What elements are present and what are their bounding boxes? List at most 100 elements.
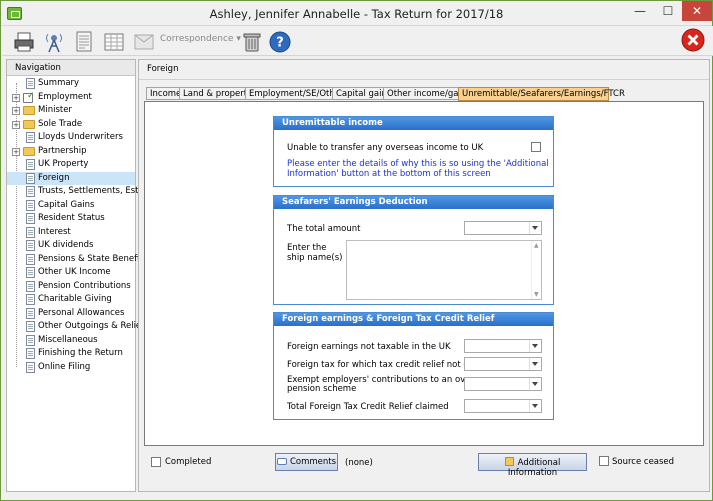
exempt-contrib-combo[interactable] bbox=[464, 377, 542, 391]
source-ceased-checkbox[interactable] bbox=[599, 456, 609, 466]
chevron-down-icon bbox=[529, 400, 541, 412]
sidebar-item-label: Foreign bbox=[38, 172, 70, 183]
sidebar-item-label: Other Outgoings & Relie... bbox=[38, 321, 150, 331]
seafarers-section: Seafarers' Earnings Deduction The total … bbox=[273, 195, 554, 305]
sidebar-item-label: Minister bbox=[38, 105, 72, 115]
tab-employment-se-other[interactable]: Employment/SE/Other bbox=[245, 87, 344, 100]
maximize-button[interactable]: ☐ bbox=[654, 1, 682, 21]
sidebar-item-employment[interactable]: + Employment bbox=[7, 91, 135, 105]
sidebar-item-label: Miscellaneous bbox=[38, 334, 98, 345]
document-icon bbox=[26, 321, 35, 332]
sidebar-item-foreign[interactable]: Foreign bbox=[7, 171, 135, 185]
textarea-scrollbar[interactable]: ▲ ▼ bbox=[531, 241, 541, 299]
comments-button[interactable]: Comments bbox=[275, 453, 338, 471]
document-icon bbox=[26, 348, 35, 359]
not-claimed-combo[interactable] bbox=[464, 357, 542, 371]
delete-button[interactable] bbox=[238, 28, 266, 54]
tab-capital-gains[interactable]: Capital gains bbox=[332, 87, 391, 100]
tab-unremittable-seafarers[interactable]: Unremittable/Seafarers/Earnings/FTCR bbox=[458, 87, 625, 101]
forms-button[interactable] bbox=[70, 28, 98, 54]
ftcr-title: Foreign earnings & Foreign Tax Credit Re… bbox=[274, 313, 553, 326]
correspondence-icon bbox=[134, 34, 154, 50]
help-icon: ? bbox=[269, 31, 291, 53]
not-taxable-combo[interactable] bbox=[464, 339, 542, 353]
help-button[interactable]: ? bbox=[266, 28, 294, 54]
seafarers-title: Seafarers' Earnings Deduction bbox=[274, 196, 553, 209]
main-panel: Foreign Income Land & property Employmen… bbox=[138, 59, 710, 492]
tab-land-property[interactable]: Land & property bbox=[179, 87, 252, 100]
correspondence-menu[interactable]: Correspondence ▾ bbox=[160, 34, 241, 44]
sidebar-item-label: Partnership bbox=[38, 145, 87, 156]
completed-checkbox[interactable] bbox=[151, 457, 161, 467]
tab-income[interactable]: Income bbox=[146, 87, 181, 100]
chevron-down-icon bbox=[529, 358, 541, 370]
total-amount-combo[interactable] bbox=[464, 221, 542, 235]
sidebar-item-label: Charitable Giving bbox=[38, 294, 112, 304]
sidebar-item-personal-allowances[interactable]: Personal Allowances bbox=[7, 307, 135, 321]
print-button[interactable] bbox=[10, 28, 38, 54]
document-icon bbox=[26, 253, 35, 265]
window-title: Ashley, Jennifer Annabelle - Tax Return … bbox=[209, 7, 504, 21]
document-icon bbox=[26, 172, 35, 184]
unremittable-note-line2: Information' button at the bottom of thi… bbox=[287, 169, 491, 179]
correspondence-icon-button[interactable] bbox=[130, 28, 158, 54]
sidebar-item-resident-status[interactable]: Resident Status bbox=[7, 212, 135, 226]
sidebar-item-label: Summary bbox=[38, 78, 80, 88]
schedule-button[interactable] bbox=[100, 28, 128, 54]
sidebar-item-other-uk-income[interactable]: Other UK Income bbox=[7, 266, 135, 280]
ship-names-textarea[interactable]: ▲ ▼ bbox=[346, 240, 542, 300]
expand-icon[interactable]: + bbox=[12, 107, 20, 115]
sidebar-item-online-filing[interactable]: Online Filing bbox=[7, 361, 135, 375]
online-filing-button[interactable] bbox=[40, 28, 68, 54]
sidebar-item-lloyds-underwriters[interactable]: Lloyds Underwriters bbox=[7, 131, 135, 145]
sidebar-item-uk-property[interactable]: UK Property bbox=[7, 158, 135, 172]
close-window-button[interactable]: ✕ bbox=[682, 1, 712, 21]
expand-icon[interactable]: + bbox=[12, 93, 20, 102]
sidebar-item-pension-contributions[interactable]: Pension Contributions bbox=[7, 280, 135, 294]
document-icon bbox=[26, 78, 35, 89]
document-icon bbox=[26, 294, 35, 305]
document-icon bbox=[26, 280, 35, 292]
total-ftcr-combo[interactable] bbox=[464, 399, 542, 413]
close-circle-icon bbox=[681, 28, 705, 52]
table-icon bbox=[104, 33, 124, 51]
sidebar-item-miscellaneous[interactable]: Miscellaneous bbox=[7, 334, 135, 348]
tab-other-income-gains[interactable]: Other income/gains bbox=[383, 87, 471, 100]
chevron-down-icon bbox=[529, 222, 541, 234]
additional-information-button[interactable]: Additional Information bbox=[478, 453, 587, 478]
sidebar-item-summary[interactable]: Summary bbox=[7, 77, 135, 91]
unable-transfer-checkbox[interactable] bbox=[531, 142, 541, 152]
sidebar-item-label: UK Property bbox=[38, 159, 89, 169]
document-icon bbox=[26, 226, 35, 238]
sidebar-item-sole-trade[interactable]: + Sole Trade bbox=[7, 118, 135, 132]
document-icon bbox=[26, 213, 35, 224]
sidebar-item-pensions-state-benefits[interactable]: Pensions & State Benefits bbox=[7, 253, 147, 267]
exit-button[interactable] bbox=[681, 28, 705, 52]
scroll-down-icon[interactable]: ▼ bbox=[534, 291, 539, 298]
speech-bubble-icon bbox=[276, 458, 287, 465]
sidebar-item-other-outgoings-relie[interactable]: Other Outgoings & Relie... bbox=[7, 320, 149, 334]
sidebar-item-partnership[interactable]: + Partnership bbox=[7, 145, 135, 159]
tab-page: Unremittable income Unable to transfer a… bbox=[144, 101, 704, 446]
sidebar-item-finishing-the-return[interactable]: Finishing the Return bbox=[7, 347, 135, 361]
scroll-up-icon[interactable]: ▲ bbox=[534, 242, 539, 249]
folder-icon bbox=[23, 119, 35, 129]
trash-icon bbox=[243, 33, 261, 52]
exempt-contrib-label-line2: pension scheme bbox=[287, 384, 357, 394]
sidebar-item-interest[interactable]: Interest bbox=[7, 226, 135, 240]
antenna-icon bbox=[46, 33, 62, 53]
sidebar-item-label: Pensions & State Benefits bbox=[38, 253, 148, 264]
printer-icon bbox=[14, 32, 34, 52]
sidebar-item-minister[interactable]: + Minister bbox=[7, 104, 135, 118]
sidebar-item-uk-dividends[interactable]: UK dividends bbox=[7, 239, 135, 253]
sidebar-item-label: Pension Contributions bbox=[38, 280, 131, 291]
sidebar-item-charitable-giving[interactable]: Charitable Giving bbox=[7, 293, 135, 307]
sidebar-item-label: Capital Gains bbox=[38, 199, 95, 210]
sidebar-item-capital-gains[interactable]: Capital Gains bbox=[7, 199, 135, 213]
expand-icon[interactable]: + bbox=[12, 147, 20, 156]
document-icon bbox=[26, 199, 35, 211]
minimize-button[interactable]: — bbox=[626, 1, 654, 21]
sidebar-item-trusts-settlements-est[interactable]: Trusts, Settlements, Est... bbox=[7, 185, 147, 199]
completed-label: Completed bbox=[165, 457, 212, 467]
expand-icon[interactable]: + bbox=[12, 120, 20, 129]
